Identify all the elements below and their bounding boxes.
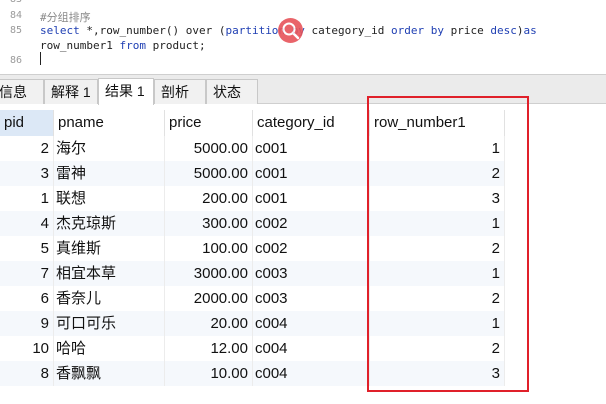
tab-result[interactable]: 结果 1	[98, 78, 154, 105]
cell-pname[interactable]: 杰克琼斯	[54, 211, 165, 236]
cell-category-id[interactable]: c003	[253, 286, 370, 311]
line-number: 86	[9, 55, 22, 66]
sql-keyword: order	[391, 24, 425, 37]
cell-row-number1[interactable]: 2	[370, 286, 505, 311]
line-number: 84	[9, 10, 22, 21]
cell-row-number1[interactable]: 1	[370, 261, 505, 286]
cell-pname[interactable]: 香奈儿	[54, 286, 165, 311]
cell-pname[interactable]: 联想	[54, 186, 165, 211]
search-icon[interactable]	[278, 18, 303, 43]
table-row[interactable]: 5 真维斯 100.00 c002 2	[0, 236, 505, 261]
cell-price[interactable]: 5000.00	[165, 136, 253, 161]
table-row[interactable]: 2 海尔 5000.00 c001 1	[0, 136, 505, 161]
cell-pname[interactable]: 可口可乐	[54, 311, 165, 336]
cell-row-number1[interactable]: 3	[370, 361, 505, 386]
sql-line: row_number1 from product;	[40, 39, 206, 52]
sql-text: row_number1	[40, 39, 120, 52]
sql-text: price	[444, 24, 491, 37]
column-header-category-id[interactable]: category_id	[253, 110, 370, 136]
cell-category-id[interactable]: c004	[253, 311, 370, 336]
column-header-pname[interactable]: pname	[54, 110, 165, 136]
table-row[interactable]: 6 香奈儿 2000.00 c003 2	[0, 286, 505, 311]
sql-keyword: desc	[490, 24, 517, 37]
cell-pname[interactable]: 相宜本草	[54, 261, 165, 286]
tab-explain[interactable]: 解释 1	[44, 79, 98, 104]
cell-row-number1[interactable]: 2	[370, 236, 505, 261]
cell-pname[interactable]: 哈哈	[54, 336, 165, 361]
cell-category-id[interactable]: c001	[253, 186, 370, 211]
cell-row-number1[interactable]: 1	[370, 311, 505, 336]
cell-category-id[interactable]: c003	[253, 261, 370, 286]
cell-pid[interactable]: 10	[0, 336, 54, 361]
cell-pid[interactable]: 3	[0, 161, 54, 186]
sql-text: *,row_number() over (	[79, 24, 226, 37]
line-number-gutter: 83 84 85 86	[0, 0, 26, 74]
cell-row-number1[interactable]: 2	[370, 161, 505, 186]
line-number: 85	[9, 25, 22, 36]
column-header-price[interactable]: price	[165, 110, 253, 136]
table-row[interactable]: 7 相宜本草 3000.00 c003 1	[0, 261, 505, 286]
table-row[interactable]: 9 可口可乐 20.00 c004 1	[0, 311, 505, 336]
column-header-pid[interactable]: pid	[0, 110, 54, 136]
cell-price[interactable]: 3000.00	[165, 261, 253, 286]
sql-keyword: partition	[225, 24, 286, 37]
cell-category-id[interactable]: c001	[253, 161, 370, 186]
cell-category-id[interactable]: c001	[253, 136, 370, 161]
cell-pid[interactable]: 4	[0, 211, 54, 236]
cell-row-number1[interactable]: 2	[370, 336, 505, 361]
cell-pid[interactable]: 6	[0, 286, 54, 311]
cell-price[interactable]: 100.00	[165, 236, 253, 261]
sql-keyword: from	[119, 39, 146, 52]
table-row[interactable]: 10 哈哈 12.00 c004 2	[0, 336, 505, 361]
cell-pname[interactable]: 真维斯	[54, 236, 165, 261]
cell-row-number1[interactable]: 1	[370, 136, 505, 161]
table-row[interactable]: 4 杰克琼斯 300.00 c002 1	[0, 211, 505, 236]
cell-pid[interactable]: 9	[0, 311, 54, 336]
sql-keyword: by	[430, 24, 445, 37]
cell-pname[interactable]: 海尔	[54, 136, 165, 161]
tab-status[interactable]: 状态	[206, 79, 258, 104]
cell-price[interactable]: 300.00	[165, 211, 253, 236]
table-row[interactable]: 1 联想 200.00 c001 3	[0, 186, 505, 211]
cell-pname[interactable]: 雷神	[54, 161, 165, 186]
cell-category-id[interactable]: c004	[253, 336, 370, 361]
text-cursor	[40, 52, 41, 65]
cell-row-number1[interactable]: 3	[370, 186, 505, 211]
cell-price[interactable]: 10.00	[165, 361, 253, 386]
sql-editor[interactable]: 83 84 85 86 #分组排序 select *,row_number() …	[0, 0, 606, 74]
cell-category-id[interactable]: c004	[253, 361, 370, 386]
sql-text: )	[516, 24, 524, 37]
cell-price[interactable]: 2000.00	[165, 286, 253, 311]
cell-pid[interactable]: 7	[0, 261, 54, 286]
tab-profile[interactable]: 剖析	[154, 79, 206, 104]
cell-price[interactable]: 12.00	[165, 336, 253, 361]
result-tab-bar: 信息 解释 1 结果 1 剖析 状态	[0, 74, 606, 105]
sql-keyword: select	[40, 24, 80, 37]
table-row[interactable]: 3 雷神 5000.00 c001 2	[0, 161, 505, 186]
cell-price[interactable]: 200.00	[165, 186, 253, 211]
cell-category-id[interactable]: c002	[253, 236, 370, 261]
line-number: 83	[0, 0, 22, 5]
cell-price[interactable]: 20.00	[165, 311, 253, 336]
cell-category-id[interactable]: c002	[253, 211, 370, 236]
cell-row-number1[interactable]: 1	[370, 211, 505, 236]
sql-comment: #分组排序	[40, 11, 91, 24]
cell-pid[interactable]: 1	[0, 186, 54, 211]
cell-pid[interactable]: 2	[0, 136, 54, 161]
tab-info[interactable]: 信息	[0, 79, 44, 104]
sql-text: product;	[145, 39, 206, 52]
cell-pid[interactable]: 8	[0, 361, 54, 386]
column-header-row-number1[interactable]: row_number1	[370, 110, 505, 136]
sql-keyword: as	[523, 24, 537, 37]
cell-pname[interactable]: 香飘飘	[54, 361, 165, 386]
sql-text: category_id	[304, 24, 392, 37]
table-row[interactable]: 8 香飘飘 10.00 c004 3	[0, 361, 505, 386]
cell-price[interactable]: 5000.00	[165, 161, 253, 186]
cell-pid[interactable]: 5	[0, 236, 54, 261]
